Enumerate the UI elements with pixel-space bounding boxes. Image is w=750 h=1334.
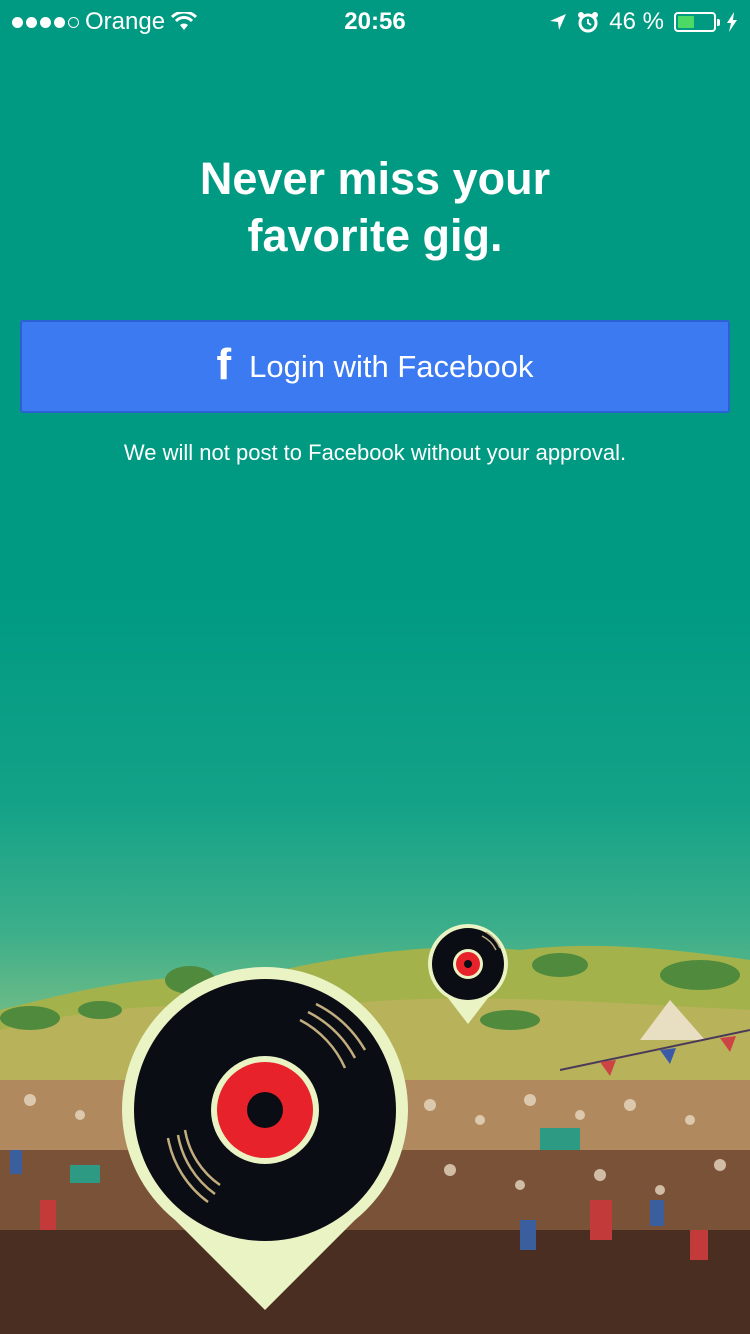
battery-icon xyxy=(674,12,720,32)
headline: Never miss your favorite gig. xyxy=(0,150,750,264)
battery-level xyxy=(678,16,694,28)
festival-crowd-illustration xyxy=(0,924,750,1334)
login-with-facebook-button[interactable]: f Login with Facebook xyxy=(20,320,730,413)
facebook-f-icon: f xyxy=(216,339,232,389)
headline-line-2: favorite gig. xyxy=(247,210,503,261)
headline-line-1: Never miss your xyxy=(199,153,551,204)
alarm-icon xyxy=(578,12,599,33)
battery-percent: 46 % xyxy=(609,8,664,35)
facebook-disclaimer: We will not post to Facebook without you… xyxy=(123,440,627,465)
status-bar: Orange 20:56 46 % xyxy=(0,0,750,40)
charging-bolt-icon xyxy=(727,12,737,32)
status-right: 46 % xyxy=(549,8,738,36)
login-button-label: Login with Facebook xyxy=(249,348,534,384)
location-arrow-icon xyxy=(550,14,567,30)
